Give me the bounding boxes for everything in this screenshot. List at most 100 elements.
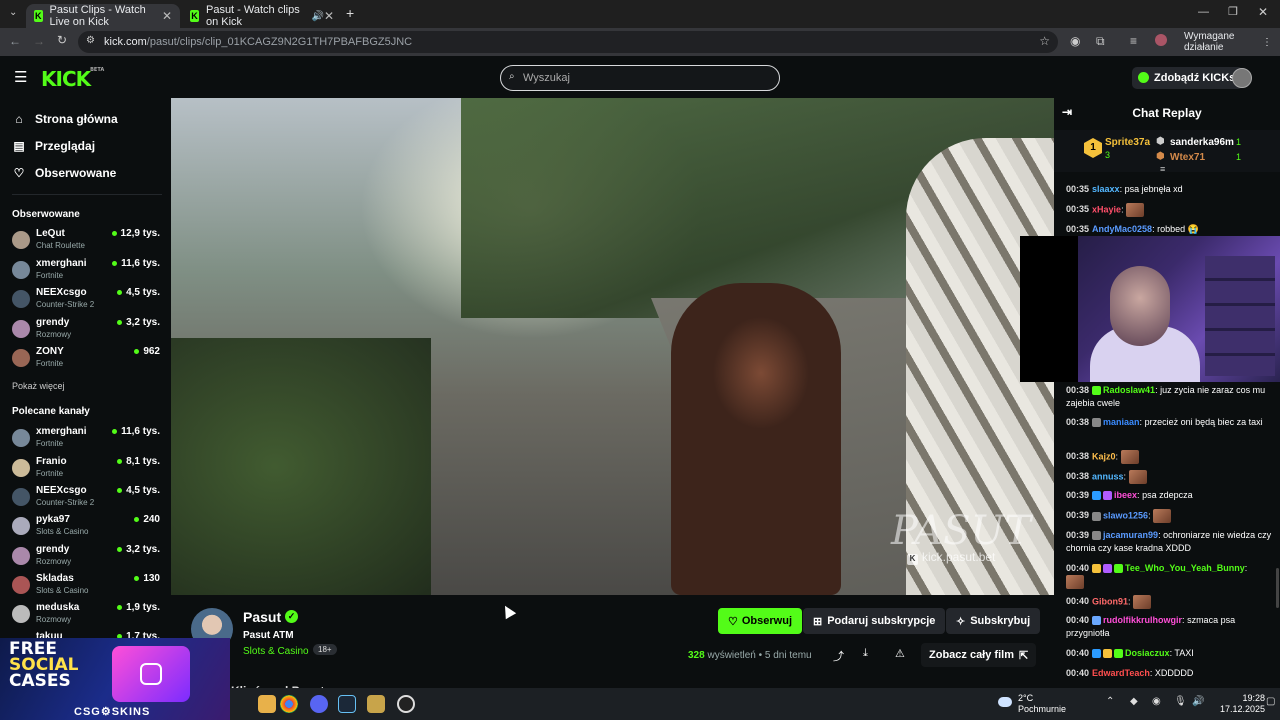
kick-logo[interactable]: KICKBETA: [41, 67, 104, 91]
channel-name: xmerghani: [36, 258, 87, 269]
video-watermark-url: Kkick.pasut.bet: [907, 550, 995, 565]
tab-list-chevron-icon[interactable]: ⌄: [9, 7, 17, 18]
message-user[interactable]: rudolfikkrulhowgir: [1103, 615, 1182, 625]
gift-subs-button[interactable]: ⊞ Podaruj subskrypcje: [803, 608, 946, 634]
reload-icon[interactable]: ↻: [57, 33, 67, 47]
close-tab-icon[interactable]: ✕: [162, 9, 172, 23]
share-icon[interactable]: ⤴: [833, 648, 844, 664]
badge-icon: [1103, 491, 1113, 501]
weather-widget[interactable]: 2°C Pochmurnie: [1018, 693, 1066, 715]
chat-message: 00:40 rudolfikkrulhowgir: szmaca psa przy…: [1066, 615, 1236, 638]
instagram-icon: [140, 663, 162, 685]
recommended-channel[interactable]: NEEXcsgo Counter-Strike 2 4,5 tys.: [12, 485, 160, 511]
media-controls-icon[interactable]: ≡: [1130, 34, 1137, 48]
back-icon[interactable]: ←: [9, 34, 21, 48]
chat-scrollbar[interactable]: [1276, 568, 1279, 608]
message-user[interactable]: maniaan: [1103, 417, 1140, 427]
message-user[interactable]: AndyMac0258: [1092, 224, 1152, 234]
file-explorer-icon[interactable]: [258, 695, 276, 713]
follow-button[interactable]: ♡ Obserwuj: [718, 608, 802, 634]
recommended-channel[interactable]: Skladas Slots & Casino 130: [12, 573, 160, 599]
microphone-icon[interactable]: 🎙: [1174, 696, 1187, 707]
chrome-icon[interactable]: [280, 695, 298, 713]
browser-tab-2[interactable]: K Pasut - Watch clips on Kick 🔊 ✕: [182, 4, 342, 28]
app-icon[interactable]: [367, 695, 385, 713]
age-badge: 18+: [313, 644, 337, 655]
new-tab-icon[interactable]: +: [346, 5, 354, 21]
recommended-channel[interactable]: Franio Fortnite 8,1 tys.: [12, 456, 160, 482]
profile-circle-icon[interactable]: ◉: [1070, 34, 1080, 48]
message-user[interactable]: jacamuran99: [1103, 530, 1158, 540]
search-input[interactable]: ⌕ Wyszukaj: [500, 65, 780, 91]
more-menu-icon[interactable]: ⋮: [1262, 37, 1272, 48]
leader-name[interactable]: Sprite37a: [1105, 137, 1150, 148]
steam-icon[interactable]: [338, 695, 356, 713]
followed-channel[interactable]: grendy Rozmowy 3,2 tys.: [12, 317, 160, 343]
extensions-icon[interactable]: ⧉: [1096, 34, 1105, 49]
tray-app-icon[interactable]: ◆: [1130, 696, 1138, 707]
system-clock[interactable]: 19:28 17.12.2025: [1220, 693, 1265, 715]
forward-icon[interactable]: →: [33, 34, 45, 48]
message-user[interactable]: Tee_Who_You_Yeah_Bunny: [1125, 563, 1245, 573]
nav-browse[interactable]: ▤ Przeglądaj: [12, 136, 95, 156]
message-user[interactable]: Radoslaw41: [1103, 385, 1155, 395]
close-window-icon[interactable]: ✕: [1258, 5, 1268, 19]
user-avatar[interactable]: [1232, 68, 1252, 88]
subscribe-button[interactable]: ✧ Subskrybuj: [946, 608, 1041, 634]
minimize-icon[interactable]: —: [1198, 6, 1209, 18]
browser-tab-1[interactable]: K Pasut Clips - Watch Live on Kick ✕: [26, 4, 180, 28]
tray-steam-icon[interactable]: ◉: [1152, 696, 1161, 707]
avatar[interactable]: [1155, 34, 1167, 46]
clip-category-link[interactable]: Slots & Casino: [243, 646, 309, 657]
message-user[interactable]: ibeex: [1114, 490, 1137, 500]
message-user[interactable]: slawo1256: [1103, 510, 1148, 520]
discord-icon[interactable]: [310, 695, 328, 713]
app-icon[interactable]: [397, 695, 415, 713]
message-user[interactable]: Kajz0: [1092, 451, 1116, 461]
collapse-chat-icon[interactable]: ⇥: [1062, 105, 1072, 119]
tray-chevron-icon[interactable]: ⌃: [1106, 696, 1114, 707]
action-required-chip[interactable]: Wymagane działanie ⋮: [1176, 31, 1280, 53]
message-user[interactable]: Gibon91: [1092, 596, 1128, 606]
leader-name[interactable]: sanderka96m: [1170, 137, 1234, 148]
speaker-icon[interactable]: 🔊: [311, 11, 323, 22]
message-user[interactable]: EdwardTeach: [1092, 668, 1150, 678]
download-icon[interactable]: ⤓: [863, 647, 868, 660]
advertisement-banner[interactable]: FREE SOCIAL CASES CSG⚙SKINS: [0, 638, 230, 720]
close-tab-icon[interactable]: ✕: [324, 9, 334, 23]
message-user[interactable]: slaaxx: [1092, 184, 1120, 194]
expand-leaderboard-icon[interactable]: ≡: [1160, 164, 1165, 174]
volume-icon[interactable]: 🔊: [1192, 696, 1204, 707]
notifications-icon[interactable]: ▢: [1266, 696, 1275, 707]
search-placeholder: Wyszukaj: [523, 72, 570, 84]
message-user[interactable]: annuss: [1092, 471, 1124, 481]
recommended-channel[interactable]: grendy Rozmowy 3,2 tys.: [12, 544, 160, 570]
video-player[interactable]: PASUT Kkick.pasut.bet: [171, 98, 1054, 595]
show-more-link[interactable]: Pokaż więcej: [12, 381, 65, 391]
site-info-icon[interactable]: ⚙: [86, 35, 95, 46]
hamburger-menu-icon[interactable]: ☰: [14, 68, 27, 86]
message-user[interactable]: Dosiaczux: [1125, 648, 1170, 658]
heart-icon: ♡: [13, 166, 25, 180]
channel-category: Slots & Casino: [36, 586, 89, 595]
recommended-channel[interactable]: xmerghani Fortnite 11,6 tys.: [12, 426, 160, 452]
followed-channel[interactable]: ZONY Fortnite 962: [12, 346, 160, 372]
channel-category: Fortnite: [36, 271, 64, 280]
address-bar[interactable]: ⚙ kick.com/pasut/clips/clip_01KCAGZ9N2G1…: [78, 31, 1058, 53]
nav-following[interactable]: ♡ Obserwowane: [12, 163, 117, 183]
leader-name[interactable]: Wtex71: [1170, 152, 1205, 163]
viewer-count: 11,6 tys.: [112, 426, 160, 437]
nav-home[interactable]: ⌂ Strona główna: [12, 109, 117, 129]
maximize-icon[interactable]: ❐: [1228, 5, 1238, 18]
report-icon[interactable]: ⚠: [895, 647, 905, 660]
followed-channel[interactable]: LeQut Chat Roulette 12,9 tys.: [12, 228, 160, 254]
get-kicks-button[interactable]: Zdobądź KICKs: [1132, 67, 1244, 89]
channel-name[interactable]: Pasut: [243, 609, 281, 625]
bookmark-star-icon[interactable]: ☆: [1039, 34, 1050, 48]
followed-channel[interactable]: xmerghani Fortnite 11,6 tys.: [12, 258, 160, 284]
recommended-channel[interactable]: pyka97 Slots & Casino 240: [12, 514, 160, 540]
followed-channel[interactable]: NEEXcsgo Counter-Strike 2 4,5 tys.: [12, 287, 160, 313]
recommended-channel[interactable]: meduska Rozmowy 1,9 tys.: [12, 602, 160, 628]
watch-full-video-button[interactable]: Zobacz cały film ⇱: [921, 643, 1037, 667]
message-user[interactable]: xHayie: [1092, 204, 1121, 214]
